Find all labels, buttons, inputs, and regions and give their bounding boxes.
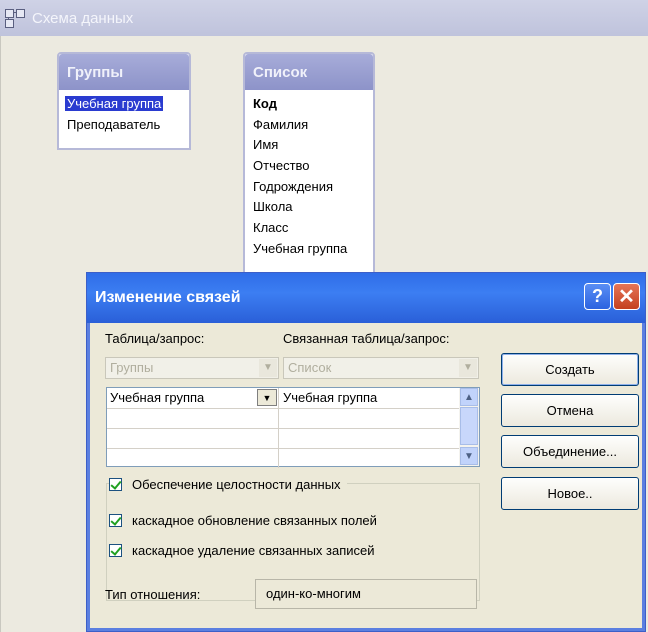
new-relation-button[interactable]: Новое.. — [501, 477, 639, 510]
help-button[interactable]: ? — [584, 283, 611, 310]
table-field[interactable]: Фамилия — [253, 115, 373, 136]
grid-cell-right[interactable] — [280, 408, 461, 428]
table-field[interactable]: Годрождения — [253, 177, 373, 198]
scroll-down-icon[interactable]: ▼ — [460, 447, 478, 465]
table-title[interactable]: Список — [245, 54, 373, 90]
cancel-button[interactable]: Отмена — [501, 394, 639, 427]
grid-row — [107, 408, 459, 429]
integrity-label: Обеспечение целостности данных — [132, 477, 341, 492]
close-button[interactable]: ✕ — [613, 283, 640, 310]
table-field[interactable]: Класс — [253, 218, 373, 239]
join-type-button[interactable]: Объединение... — [501, 435, 639, 468]
table-select-value: Группы — [110, 360, 154, 375]
related-table-select[interactable]: Список ▼ — [283, 357, 479, 379]
grid-cell-left[interactable] — [107, 408, 279, 428]
grid-row — [107, 448, 459, 468]
table-field[interactable]: Имя — [253, 135, 373, 156]
table-field[interactable]: Школа — [253, 197, 373, 218]
grid-scrollbar[interactable]: ▲ ▼ — [459, 388, 479, 466]
cascade-update-checkbox[interactable] — [109, 514, 122, 527]
dialog-title-bar[interactable]: Изменение связей ? ✕ — [87, 273, 645, 323]
fields-grid: Учебная группа ▼ Учебная группа ▲ ▼ — [106, 387, 480, 468]
table-box-groups[interactable]: Группы Учебная группа Преподаватель — [57, 52, 191, 150]
dialog-title: Изменение связей — [95, 289, 241, 306]
grid-cell-right[interactable]: Учебная группа — [280, 388, 461, 408]
grid-cell-left[interactable] — [107, 428, 279, 448]
create-button[interactable]: Создать — [501, 353, 639, 386]
dialog-body: Таблица/запрос: Связанная таблица/запрос… — [91, 323, 641, 627]
grid-cell-right[interactable] — [280, 448, 461, 468]
table-field[interactable]: Отчество — [253, 156, 373, 177]
edit-relationships-dialog: Изменение связей ? ✕ Таблица/запрос: Свя… — [86, 272, 646, 632]
relation-type-label: Тип отношения: — [105, 587, 201, 602]
grid-row — [107, 428, 459, 449]
cascade-delete-checkbox-row[interactable]: каскадное удаление связанных записей — [109, 543, 375, 558]
grid-cell-left[interactable] — [107, 448, 279, 468]
cascade-delete-label: каскадное удаление связанных записей — [132, 543, 375, 558]
cascade-update-checkbox-row[interactable]: каскадное обновление связанных полей — [109, 513, 377, 528]
relation-type-value: один-ко-многим — [255, 579, 477, 609]
grid-row: Учебная группа ▼ Учебная группа — [107, 388, 459, 409]
grid-cell-left[interactable]: Учебная группа ▼ — [107, 388, 279, 408]
cascade-delete-checkbox[interactable] — [109, 544, 122, 557]
related-table-label: Связанная таблица/запрос: — [283, 331, 450, 346]
relationships-icon — [4, 7, 26, 29]
table-field-key[interactable]: Код — [253, 94, 373, 115]
chevron-down-icon[interactable]: ▼ — [257, 389, 277, 406]
related-select-value: Список — [288, 360, 332, 375]
chevron-down-icon: ▼ — [459, 359, 477, 377]
window-title: Схема данных — [32, 9, 134, 27]
chevron-down-icon: ▼ — [259, 359, 277, 377]
integrity-checkbox-row[interactable]: Обеспечение целостности данных — [109, 477, 347, 492]
grid-cell-right[interactable] — [280, 428, 461, 448]
table-title[interactable]: Группы — [59, 54, 189, 90]
integrity-checkbox[interactable] — [109, 478, 122, 491]
table-field[interactable]: Учебная группа — [253, 239, 373, 260]
main-window-title-bar[interactable]: Схема данных — [0, 0, 648, 36]
table-field[interactable]: Учебная группа — [65, 94, 189, 115]
table-select[interactable]: Группы ▼ — [105, 357, 279, 379]
cascade-update-label: каскадное обновление связанных полей — [132, 513, 377, 528]
table-query-label: Таблица/запрос: — [105, 331, 205, 346]
scroll-thumb[interactable] — [460, 407, 478, 445]
table-field[interactable]: Преподаватель — [67, 115, 189, 136]
scroll-up-icon[interactable]: ▲ — [460, 388, 478, 406]
